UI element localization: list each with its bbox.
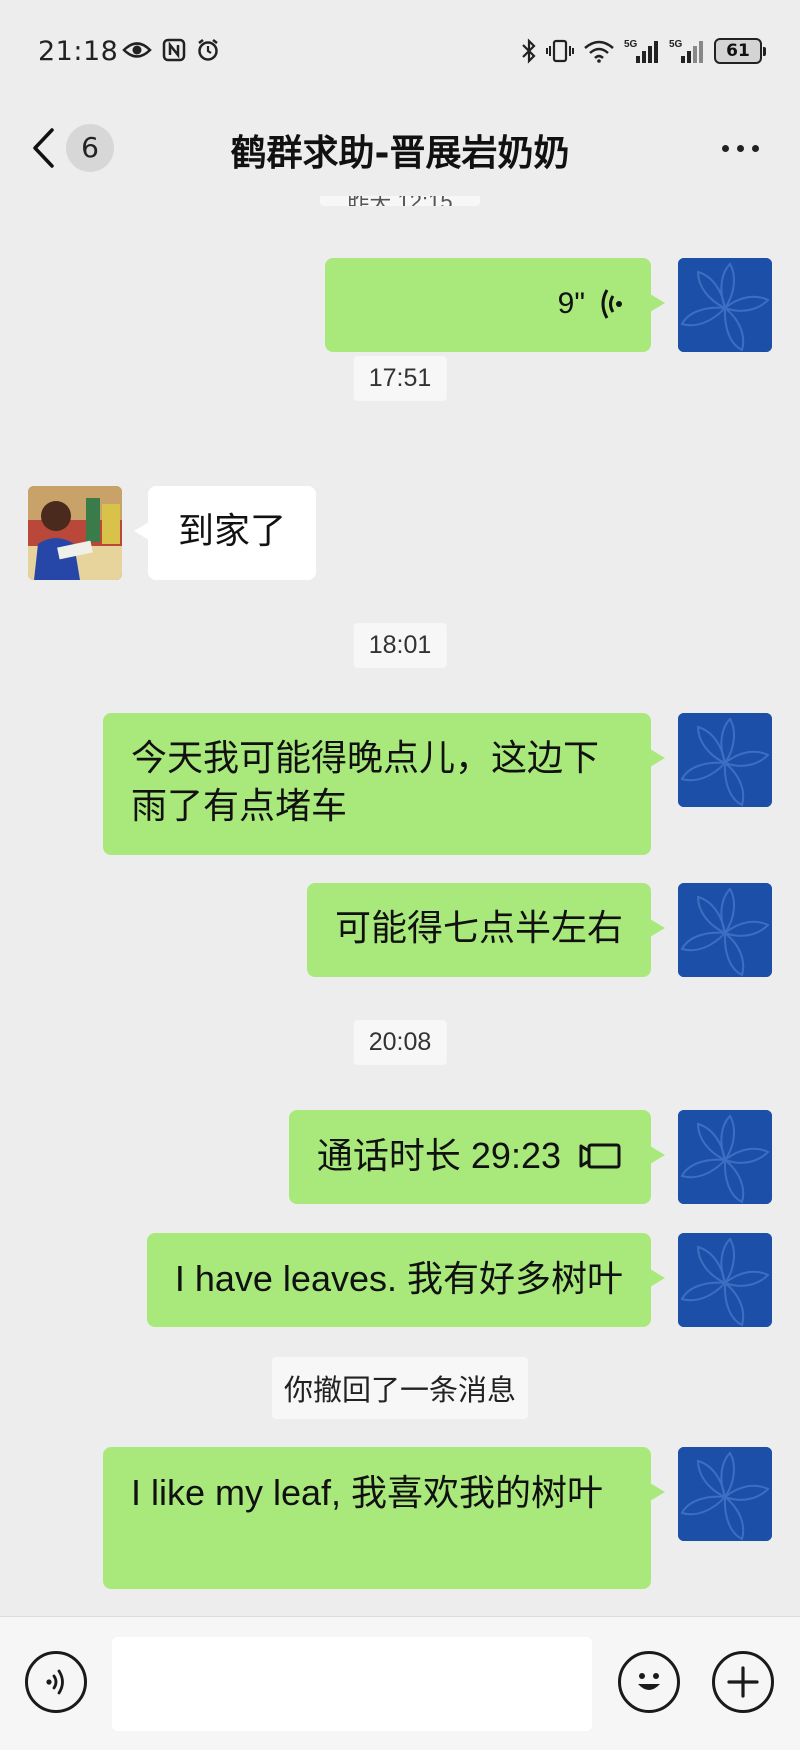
signal-5g-icon: 5G (669, 39, 703, 63)
chat-header: 6 鹤群求助-晋展岩奶奶 (0, 100, 800, 196)
call-duration-text: 通话时长 29:23 (316, 1135, 561, 1176)
call-record-bubble[interactable]: 通话时长 29:23 (288, 1110, 666, 1204)
timestamp-partial: 昨天 12:15 (320, 196, 480, 206)
flower-logo-icon (678, 1110, 772, 1204)
chevron-left-icon (33, 128, 54, 168)
sent-message-bubble[interactable]: I like my leaf, 我喜欢我的树叶 (103, 1447, 665, 1589)
nfc-icon (162, 38, 186, 62)
message-text: 可能得七点半左右 (334, 908, 623, 949)
my-avatar[interactable] (678, 1110, 772, 1204)
sent-message-bubble[interactable]: I have leaves. 我有好多树叶 (146, 1233, 666, 1327)
message-text: 到家了 (178, 511, 287, 552)
child-photo-avatar (28, 486, 122, 580)
timestamp: 20:08 (353, 1020, 447, 1065)
plus-icon (727, 1666, 759, 1698)
flower-logo-icon (678, 883, 772, 977)
video-call-icon (579, 1143, 621, 1169)
svg-text:5G: 5G (624, 39, 638, 50)
timestamp: 17:51 (353, 356, 447, 401)
back-button[interactable]: 6 (30, 120, 140, 176)
more-functions-button[interactable] (712, 1651, 774, 1713)
eye-icon (122, 42, 152, 58)
my-avatar[interactable] (678, 883, 772, 977)
vibrate-icon (546, 39, 574, 63)
message-text: 今天我可能得晚点儿，这边下雨了有点堵车 (131, 738, 600, 827)
flower-logo-icon (678, 258, 772, 352)
flower-logo-icon (678, 1233, 772, 1327)
chat-title: 鹤群求助-晋展岩奶奶 (230, 133, 570, 174)
voice-wave-icon (601, 289, 622, 319)
svg-text:5G: 5G (669, 39, 683, 50)
voice-message-bubble[interactable]: 9" (325, 258, 665, 352)
bluetooth-icon (522, 38, 536, 64)
my-avatar[interactable] (678, 1233, 772, 1327)
message-list[interactable]: 昨天 12:15 9" 17:51 (0, 196, 800, 1616)
status-time: 21:18 (38, 36, 119, 67)
flower-logo-icon (678, 713, 772, 807)
message-text: I like my leaf, 我喜欢我的树叶 (131, 1472, 604, 1513)
signal-5g-icon: 5G (624, 39, 658, 63)
my-avatar[interactable] (678, 713, 772, 807)
more-dots-icon (721, 144, 729, 152)
sent-message-bubble[interactable]: 今天我可能得晚点儿，这边下雨了有点堵车 (103, 713, 665, 855)
voice-input-button[interactable] (25, 1651, 87, 1713)
recall-system-note: 你撤回了一条消息 (271, 1357, 529, 1419)
emoji-button[interactable] (618, 1651, 680, 1713)
sent-message-bubble[interactable]: 可能得七点半左右 (306, 883, 666, 977)
more-options-button[interactable] (710, 128, 770, 168)
message-text: I have leaves. 我有好多树叶 (174, 1258, 623, 1299)
voice-input-icon (46, 1669, 64, 1695)
my-avatar[interactable] (678, 258, 772, 352)
voice-duration: 9" (557, 287, 585, 320)
status-bar: 21:18 5G 5G 61 (0, 0, 800, 100)
wifi-icon (584, 40, 614, 63)
unread-count-badge: 6 (66, 124, 114, 172)
my-avatar[interactable] (678, 1447, 772, 1541)
flower-logo-icon (678, 1447, 772, 1541)
timestamp: 18:01 (353, 623, 447, 668)
contact-avatar[interactable] (28, 486, 122, 580)
received-message-bubble[interactable]: 到家了 (133, 486, 317, 580)
battery-indicator: 61 (714, 38, 766, 64)
message-input[interactable] (112, 1637, 592, 1731)
emoji-icon (638, 1673, 660, 1690)
alarm-icon (198, 39, 218, 61)
input-bar (0, 1616, 800, 1750)
